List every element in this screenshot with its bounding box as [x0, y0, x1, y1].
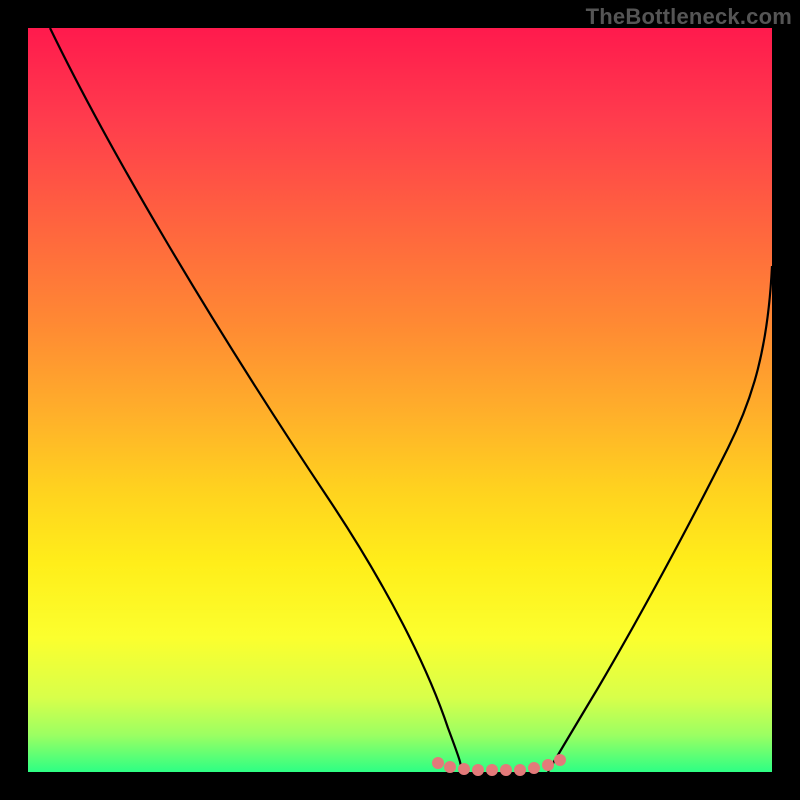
chart-svg	[28, 28, 772, 772]
watermark-text: TheBottleneck.com	[586, 4, 792, 30]
left-curve	[50, 28, 461, 772]
chart-frame: TheBottleneck.com	[0, 0, 800, 800]
flat-bottom-markers	[432, 754, 566, 776]
right-curve	[548, 266, 772, 772]
